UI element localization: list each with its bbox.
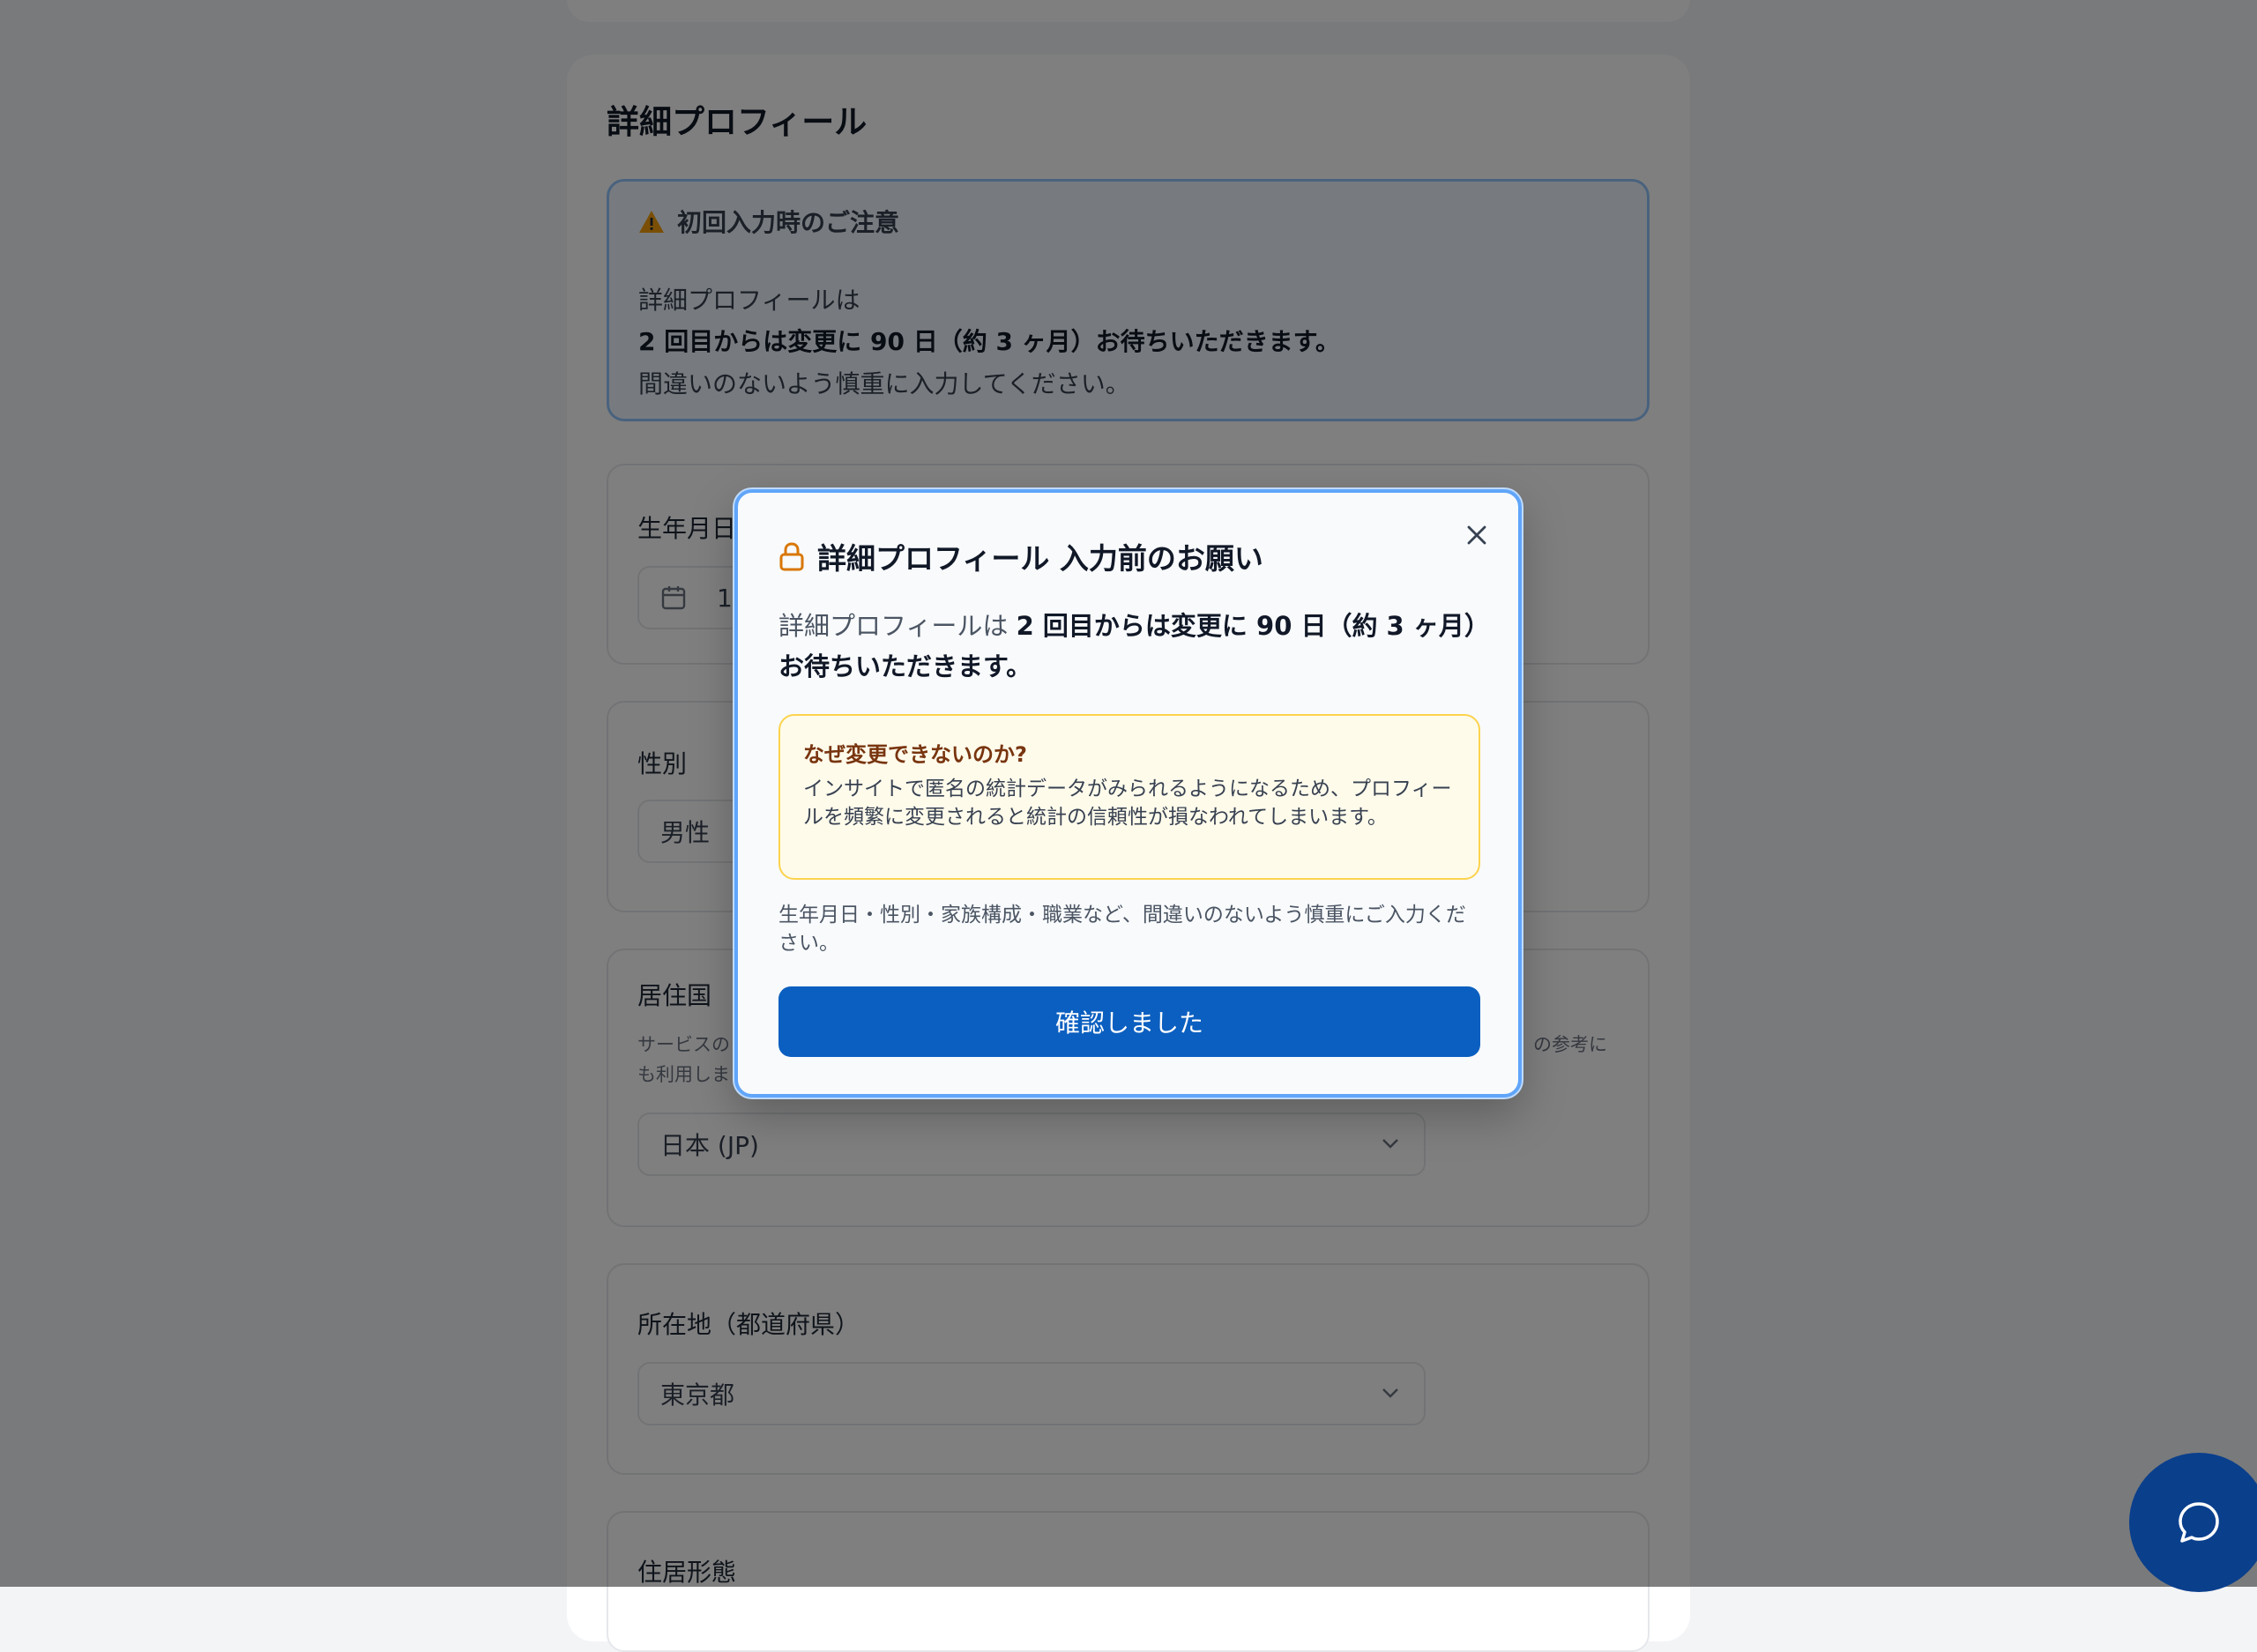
why-title: なぜ変更できないのか? xyxy=(803,742,1027,767)
modal-desc-plain: 詳細プロフィールは xyxy=(778,611,1017,641)
chat-button[interactable] xyxy=(2129,1453,2257,1592)
modal-note: 生年月日・性別・家族構成・職業など、間違いのないよう慎重にご入力ください。 xyxy=(778,904,1466,955)
modal-title: 詳細プロフィール 入力前のお願い xyxy=(778,535,1263,577)
modal-description: 詳細プロフィールは 2 回目からは変更に 90 日（約 3 ヶ月）お待ちいただき… xyxy=(778,606,1493,687)
close-icon[interactable] xyxy=(1465,524,1488,547)
lock-icon xyxy=(779,542,804,571)
page: 詳細プロフィール 初回入力時のご注意 詳細プロフィールは 2 回目からは変更に … xyxy=(0,0,2257,1652)
confirm-button[interactable]: 確認しました xyxy=(778,986,1480,1057)
modal-title-text: 詳細プロフィール 入力前のお願い xyxy=(817,541,1263,576)
chat-bubble-icon xyxy=(2179,1502,2219,1543)
profile-caution-modal: 詳細プロフィール 入力前のお願い 詳細プロフィールは 2 回目からは変更に 90… xyxy=(734,489,1522,1098)
why-box: なぜ変更できないのか? インサイトで匿名の統計データがみられるようになるため、プ… xyxy=(778,714,1480,880)
why-body: インサイトで匿名の統計データがみられるようになるため、プロフィールを頻繁に変更さ… xyxy=(803,778,1452,829)
